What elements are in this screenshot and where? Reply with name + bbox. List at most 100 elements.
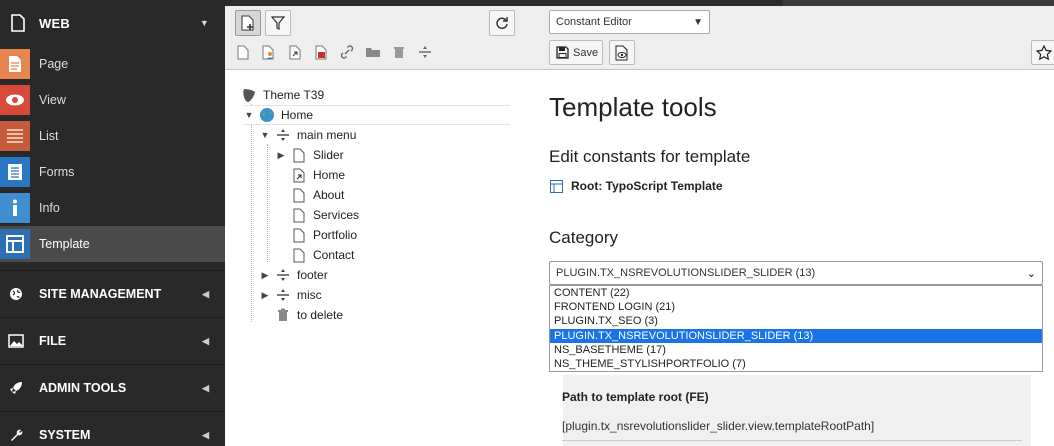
filter-icon	[271, 16, 285, 30]
refresh-button[interactable]	[489, 10, 515, 36]
separator-icon	[275, 287, 291, 303]
doc-header: Constant Editor ▼ Save	[523, 0, 1054, 70]
new-page-button[interactable]	[235, 10, 261, 36]
drag-shortcut-page-icon[interactable]	[287, 44, 303, 60]
group-system[interactable]: SYSTEM ◀	[0, 411, 225, 446]
tree-node-services[interactable]: Services	[275, 205, 359, 225]
category-option-highlighted[interactable]: PLUGIN.TX_NSREVOLUTIONSLIDER_SLIDER (13)	[550, 328, 1042, 343]
tree-guide-line	[251, 104, 252, 322]
forms-icon	[0, 157, 30, 187]
module-page-label: Page	[39, 57, 69, 71]
module-menu: WEB ▼ Page View List Forms Info Template…	[0, 0, 225, 446]
tree-node-label: Home	[313, 168, 346, 182]
template-icon	[549, 179, 563, 193]
module-page[interactable]: Page	[0, 46, 225, 82]
module-template[interactable]: Template	[0, 226, 225, 262]
category-select[interactable]: PLUGIN.TX_NSREVOLUTIONSLIDER_SLIDER (13)…	[549, 261, 1043, 285]
tree-node-label: to delete	[297, 308, 344, 322]
group-admin-tools-label: ADMIN TOOLS	[39, 381, 127, 395]
drag-mountpoint-page-icon[interactable]	[313, 44, 329, 60]
module-view[interactable]: View	[0, 82, 225, 118]
caret-left-icon: ◀	[202, 382, 209, 393]
top-bar	[523, 0, 1054, 6]
field-divider	[562, 440, 1022, 441]
function-select[interactable]: Constant Editor ▼	[549, 10, 710, 34]
bookmark-button[interactable]	[1031, 40, 1054, 65]
group-site-management-label: SITE MANAGEMENT	[39, 287, 162, 301]
module-list[interactable]: List	[0, 118, 225, 154]
typo3-logo-icon	[241, 87, 257, 103]
separator-icon	[275, 267, 291, 283]
tree-node-slider[interactable]: ▶ Slider	[275, 145, 344, 165]
group-site-management[interactable]: SITE MANAGEMENT ◀	[0, 270, 225, 317]
module-forms-label: Forms	[39, 165, 75, 179]
tree-node-home-shortcut[interactable]: Home	[275, 165, 345, 185]
save-button[interactable]: Save	[549, 40, 603, 65]
drag-folder-icon[interactable]	[365, 44, 381, 60]
module-forms[interactable]: Forms	[0, 154, 225, 190]
globe-page-icon	[259, 107, 275, 123]
category-option[interactable]: PLUGIN.TX_SEO (3)	[550, 314, 1042, 328]
recycler-icon	[275, 307, 291, 323]
category-option[interactable]: CONTENT (22)	[550, 286, 1042, 300]
drag-page-icon[interactable]	[235, 44, 251, 60]
rocket-icon	[8, 380, 24, 396]
tree-node-home[interactable]: ▼ Home	[243, 105, 510, 125]
group-file[interactable]: FILE ◀	[0, 317, 225, 364]
page-tree: Theme T39 ▼ Home ▼ main menu ▶ Slider Ho…	[225, 70, 523, 446]
page-icon	[291, 207, 307, 223]
category-dropdown-list: CONTENT (22) FRONTEND LOGIN (21) PLUGIN.…	[549, 285, 1043, 373]
eye-icon	[0, 85, 30, 115]
tree-node-about[interactable]: About	[275, 185, 344, 205]
tree-node-label: footer	[297, 268, 328, 282]
group-admin-tools[interactable]: ADMIN TOOLS ◀	[0, 364, 225, 411]
module-info[interactable]: Info	[0, 190, 225, 226]
list-icon	[0, 121, 30, 151]
chevron-down-icon: ⌄	[1026, 267, 1036, 280]
filter-button[interactable]	[265, 10, 291, 36]
page-icon	[8, 13, 28, 33]
category-option[interactable]: NS_THEME_STYLISHPORTFOLIO (7)	[550, 357, 1042, 371]
tree-node-label: misc	[297, 288, 322, 302]
tree-node-misc[interactable]: ▶ misc	[259, 285, 322, 305]
tree-node-portfolio[interactable]: Portfolio	[275, 225, 357, 245]
drag-separator-icon[interactable]	[417, 44, 433, 60]
tree-node-to-delete[interactable]: to delete	[259, 305, 343, 325]
content-area: Constant Editor ▼ Save Template tools Ed…	[523, 0, 1054, 446]
tree-node-contact[interactable]: Contact	[275, 245, 354, 265]
module-template-label: Template	[39, 237, 90, 251]
info-icon	[0, 193, 30, 223]
constant-field-key: [plugin.tx_nsrevolutionslider_slider.vie…	[562, 419, 875, 433]
template-icon	[0, 229, 30, 259]
drag-link-page-icon[interactable]	[339, 44, 355, 60]
page-tree-toolbar	[225, 6, 523, 70]
category-option[interactable]: FRONTEND LOGIN (21)	[550, 300, 1042, 314]
caret-left-icon: ◀	[202, 429, 209, 440]
globe-icon	[8, 286, 24, 302]
tree-root[interactable]: Theme T39	[241, 85, 324, 105]
tree-node-footer[interactable]: ▶ footer	[259, 265, 328, 285]
drag-recycler-icon[interactable]	[391, 44, 407, 60]
group-file-label: FILE	[39, 334, 67, 348]
page-icon	[0, 49, 30, 79]
page-icon	[291, 187, 307, 203]
constant-field-label: Path to template root (FE)	[562, 390, 709, 404]
category-select-value: PLUGIN.TX_NSREVOLUTIONSLIDER_SLIDER (13)	[556, 267, 816, 279]
root-template-link[interactable]: Root: TypoScript Template	[549, 179, 723, 193]
root-template-label: Root: TypoScript Template	[571, 179, 723, 193]
tree-node-main-menu[interactable]: ▼ main menu	[259, 125, 357, 145]
tree-node-label: Home	[281, 108, 314, 122]
view-page-icon	[615, 45, 628, 60]
page-icon	[291, 247, 307, 263]
section-subtitle: Edit constants for template	[549, 147, 751, 166]
web-module-header[interactable]: WEB ▼	[0, 0, 225, 46]
category-option[interactable]: NS_BASETHEME (17)	[550, 343, 1042, 357]
new-page-icon	[241, 15, 254, 31]
view-page-button[interactable]	[609, 40, 635, 65]
caret-left-icon: ◀	[202, 335, 209, 346]
caret-left-icon: ◀	[202, 288, 209, 299]
tree-expand-icon: ▶	[261, 269, 269, 280]
drag-backend-user-page-icon[interactable]	[261, 44, 277, 60]
tree-node-label: Portfolio	[313, 228, 358, 242]
module-list-label: List	[39, 129, 59, 143]
